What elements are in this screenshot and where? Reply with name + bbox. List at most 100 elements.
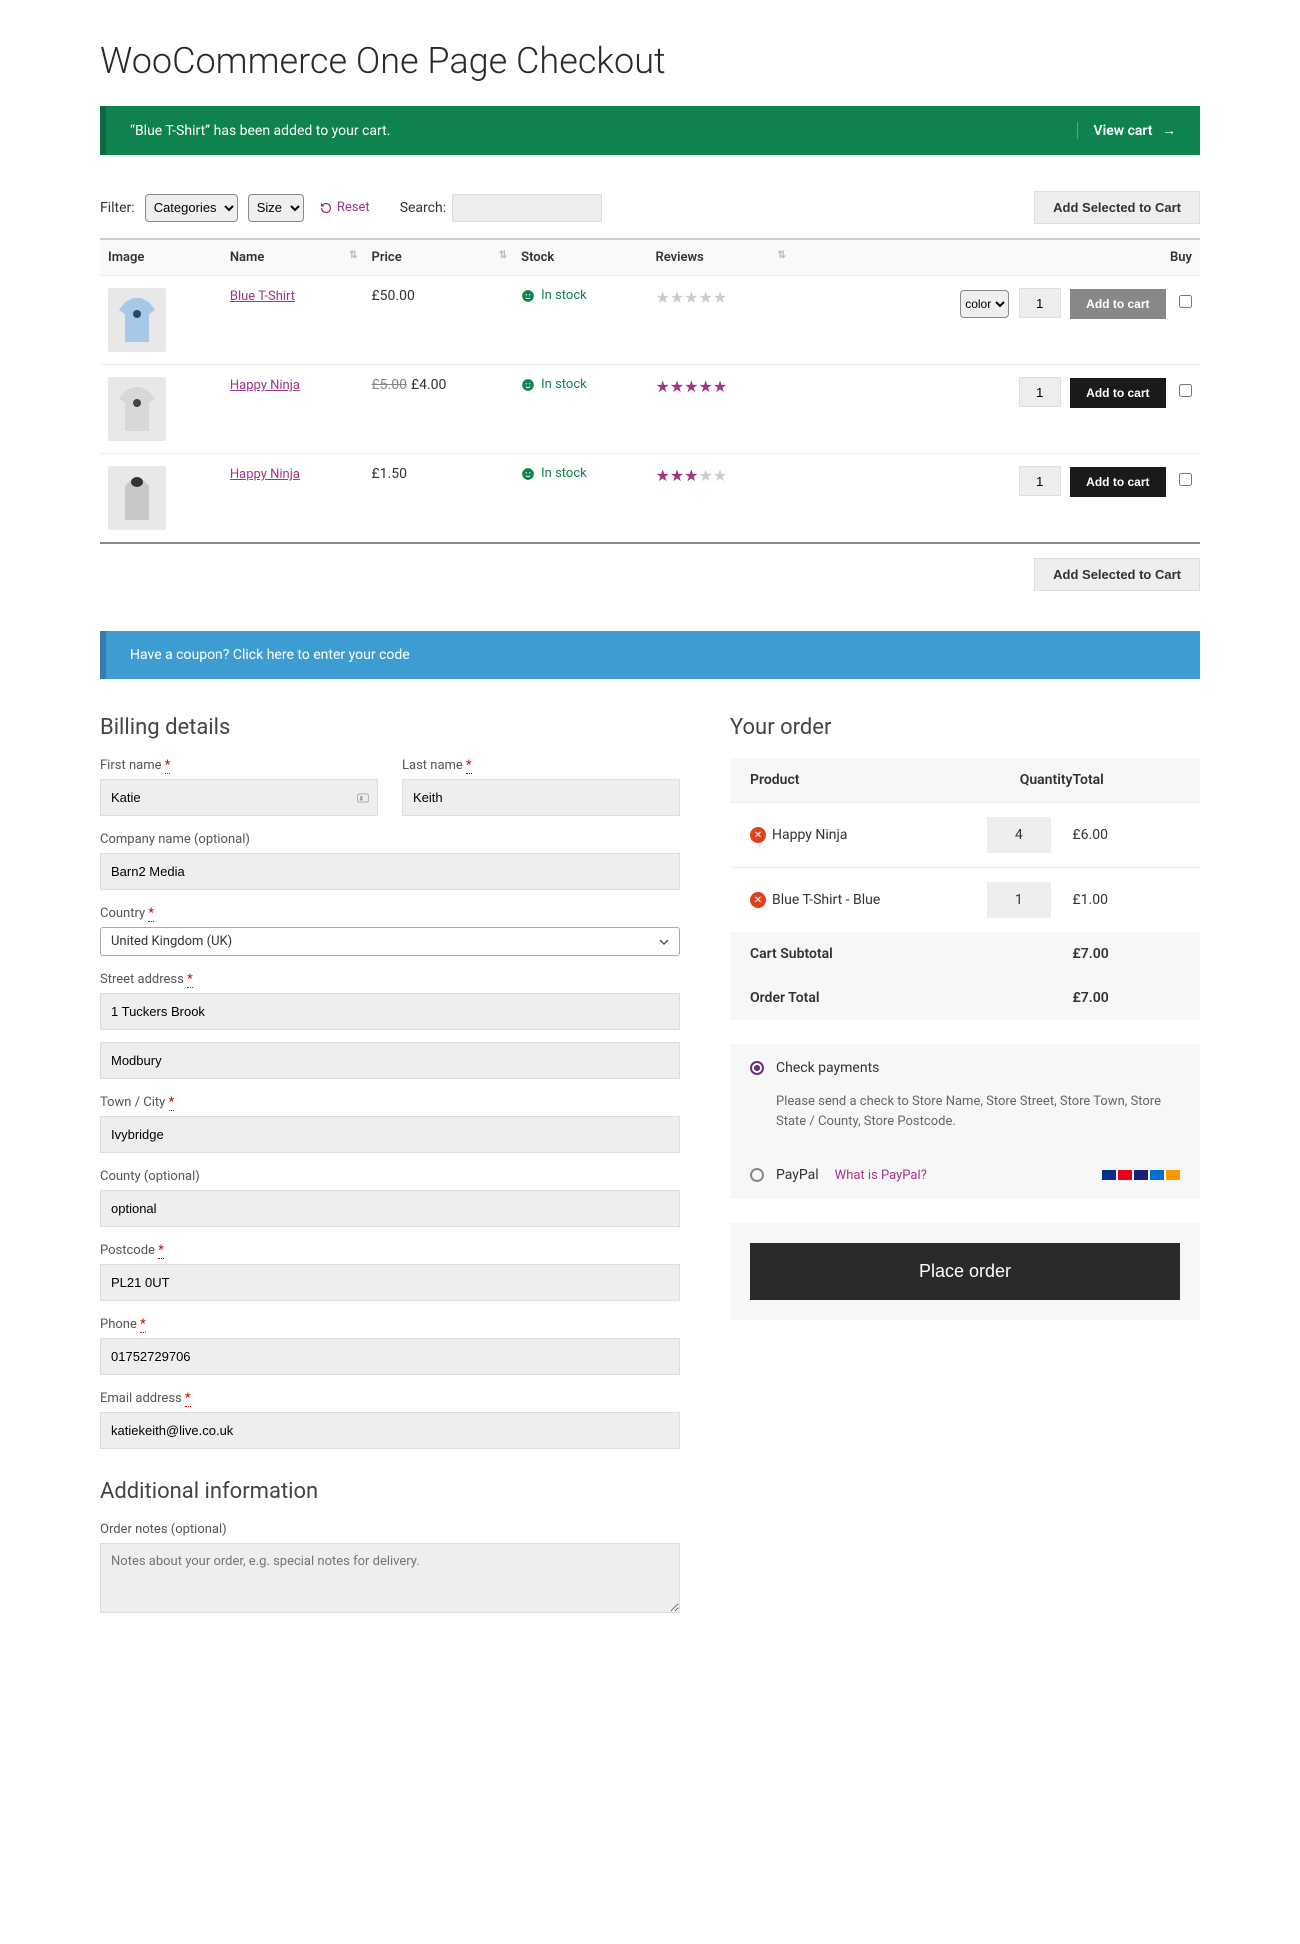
county-label: County (optional) <box>100 1169 680 1184</box>
add-to-cart-button[interactable]: Add to cart <box>1070 467 1165 497</box>
last-name-field[interactable] <box>402 779 680 816</box>
col-reviews[interactable]: Reviews⇅ <box>647 239 791 276</box>
product-thumb[interactable] <box>108 288 166 352</box>
add-selected-button[interactable]: Add Selected to Cart <box>1034 191 1200 224</box>
smile-icon <box>521 289 535 303</box>
stock-label: In stock <box>521 288 639 303</box>
categories-select[interactable]: Categories <box>145 194 238 222</box>
country-label: Country * <box>100 906 680 921</box>
sort-icon: ⇅ <box>499 250 507 261</box>
filter-bar: Filter: Categories Size Reset Search: Ad… <box>100 191 1200 224</box>
paypal-what-link[interactable]: What is PayPal? <box>835 1168 927 1183</box>
billing-heading: Billing details <box>100 715 680 740</box>
contact-icon <box>356 791 370 805</box>
rating-stars: ★★★★★ <box>655 466 783 485</box>
postcode-label: Postcode * <box>100 1243 680 1258</box>
town-label: Town / City * <box>100 1095 680 1110</box>
select-checkbox[interactable] <box>1179 295 1192 308</box>
product-name-link[interactable]: Happy Ninja <box>230 378 300 393</box>
order-item-qty[interactable]: 1 <box>987 882 1051 918</box>
product-thumb[interactable] <box>108 466 166 530</box>
product-price: £1.50 <box>364 454 514 544</box>
page-title: WooCommerce One Page Checkout <box>100 40 1200 82</box>
sort-icon: ⇅ <box>778 250 786 261</box>
order-item-name: Happy Ninja <box>772 827 847 843</box>
notes-field[interactable] <box>100 1543 680 1613</box>
company-field[interactable] <box>100 853 680 890</box>
col-product: Product <box>750 772 965 788</box>
order-item-total: £1.00 <box>1073 892 1181 908</box>
product-price: £5.00£4.00 <box>364 365 514 454</box>
county-field[interactable] <box>100 1190 680 1227</box>
place-order-button[interactable]: Place order <box>750 1243 1180 1300</box>
town-field[interactable] <box>100 1116 680 1153</box>
additional-heading: Additional information <box>100 1479 680 1504</box>
rating-stars: ★★★★★ <box>655 288 783 307</box>
phone-label: Phone * <box>100 1317 680 1332</box>
country-select[interactable]: United Kingdom (UK) <box>100 927 680 956</box>
order-item-total: £6.00 <box>1073 827 1181 843</box>
add-to-cart-button[interactable]: Add to cart <box>1070 289 1165 319</box>
first-name-field[interactable] <box>100 779 378 816</box>
qty-input[interactable] <box>1019 377 1061 407</box>
order-item-qty[interactable]: 4 <box>987 817 1051 853</box>
subtotal-value: £7.00 <box>1073 946 1181 962</box>
arrow-right-icon: → <box>1162 123 1176 139</box>
col-price[interactable]: Price⇅ <box>364 239 514 276</box>
qty-input[interactable] <box>1019 288 1061 318</box>
remove-item-button[interactable]: ✕ <box>750 892 766 908</box>
subtotal-label: Cart Subtotal <box>750 946 965 962</box>
email-field[interactable] <box>100 1412 680 1449</box>
col-stock: Stock <box>513 239 647 276</box>
radio-checked-icon <box>750 1061 764 1075</box>
first-name-label: First name * <box>100 758 378 773</box>
success-notice: “Blue T-Shirt” has been added to your ca… <box>100 106 1200 155</box>
order-heading: Your order <box>730 715 1200 740</box>
product-row: Blue T-Shirt £50.00 In stock ★★★★★ color… <box>100 276 1200 365</box>
select-checkbox[interactable] <box>1179 473 1192 486</box>
chevron-down-icon <box>659 937 669 947</box>
search-input[interactable] <box>452 194 602 222</box>
remove-item-button[interactable]: ✕ <box>750 827 766 843</box>
col-buy: Buy <box>792 239 1200 276</box>
stock-label: In stock <box>521 466 639 481</box>
product-name-link[interactable]: Blue T-Shirt <box>230 289 295 304</box>
add-to-cart-button[interactable]: Add to cart <box>1070 378 1165 408</box>
email-label: Email address * <box>100 1391 680 1406</box>
notes-label: Order notes (optional) <box>100 1522 680 1537</box>
smile-icon <box>521 378 535 392</box>
size-select[interactable]: Size <box>248 194 304 222</box>
payment-check[interactable]: Check payments <box>730 1044 1200 1092</box>
select-checkbox[interactable] <box>1179 384 1192 397</box>
total-label: Order Total <box>750 990 965 1006</box>
order-item-name: Blue T-Shirt - Blue <box>772 892 880 908</box>
product-thumb[interactable] <box>108 377 166 441</box>
qty-input[interactable] <box>1019 466 1061 496</box>
payment-paypal[interactable]: PayPal What is PayPal? <box>730 1151 1200 1199</box>
street1-field[interactable] <box>100 993 680 1030</box>
payment-methods: Check payments Please send a check to St… <box>730 1044 1200 1199</box>
col-quantity: Quantity <box>965 772 1073 788</box>
payment-check-desc: Please send a check to Store Name, Store… <box>730 1092 1200 1151</box>
company-label: Company name (optional) <box>100 832 680 847</box>
street2-field[interactable] <box>100 1042 680 1079</box>
product-name-link[interactable]: Happy Ninja <box>230 467 300 482</box>
filter-label: Filter: <box>100 200 135 216</box>
radio-icon <box>750 1168 764 1182</box>
view-cart-link[interactable]: View cart → <box>1077 122 1176 139</box>
col-name[interactable]: Name⇅ <box>222 239 364 276</box>
coupon-link[interactable]: Click here to enter your code <box>233 647 410 663</box>
add-selected-button-bottom[interactable]: Add Selected to Cart <box>1034 558 1200 591</box>
rating-stars: ★★★★★ <box>655 377 783 396</box>
phone-field[interactable] <box>100 1338 680 1375</box>
postcode-field[interactable] <box>100 1264 680 1301</box>
card-icons <box>1102 1170 1180 1180</box>
street-label: Street address * <box>100 972 680 987</box>
smile-icon <box>521 467 535 481</box>
variant-select[interactable]: color <box>960 290 1009 318</box>
order-item: ✕ Happy Ninja 4 £6.00 <box>730 802 1200 867</box>
reset-link[interactable]: Reset <box>320 200 370 215</box>
order-summary: Product Quantity Total ✕Happy Ninja 4 £6… <box>730 758 1200 1020</box>
coupon-notice: Have a coupon? Click here to enter your … <box>100 631 1200 679</box>
total-value: £7.00 <box>1073 990 1181 1006</box>
